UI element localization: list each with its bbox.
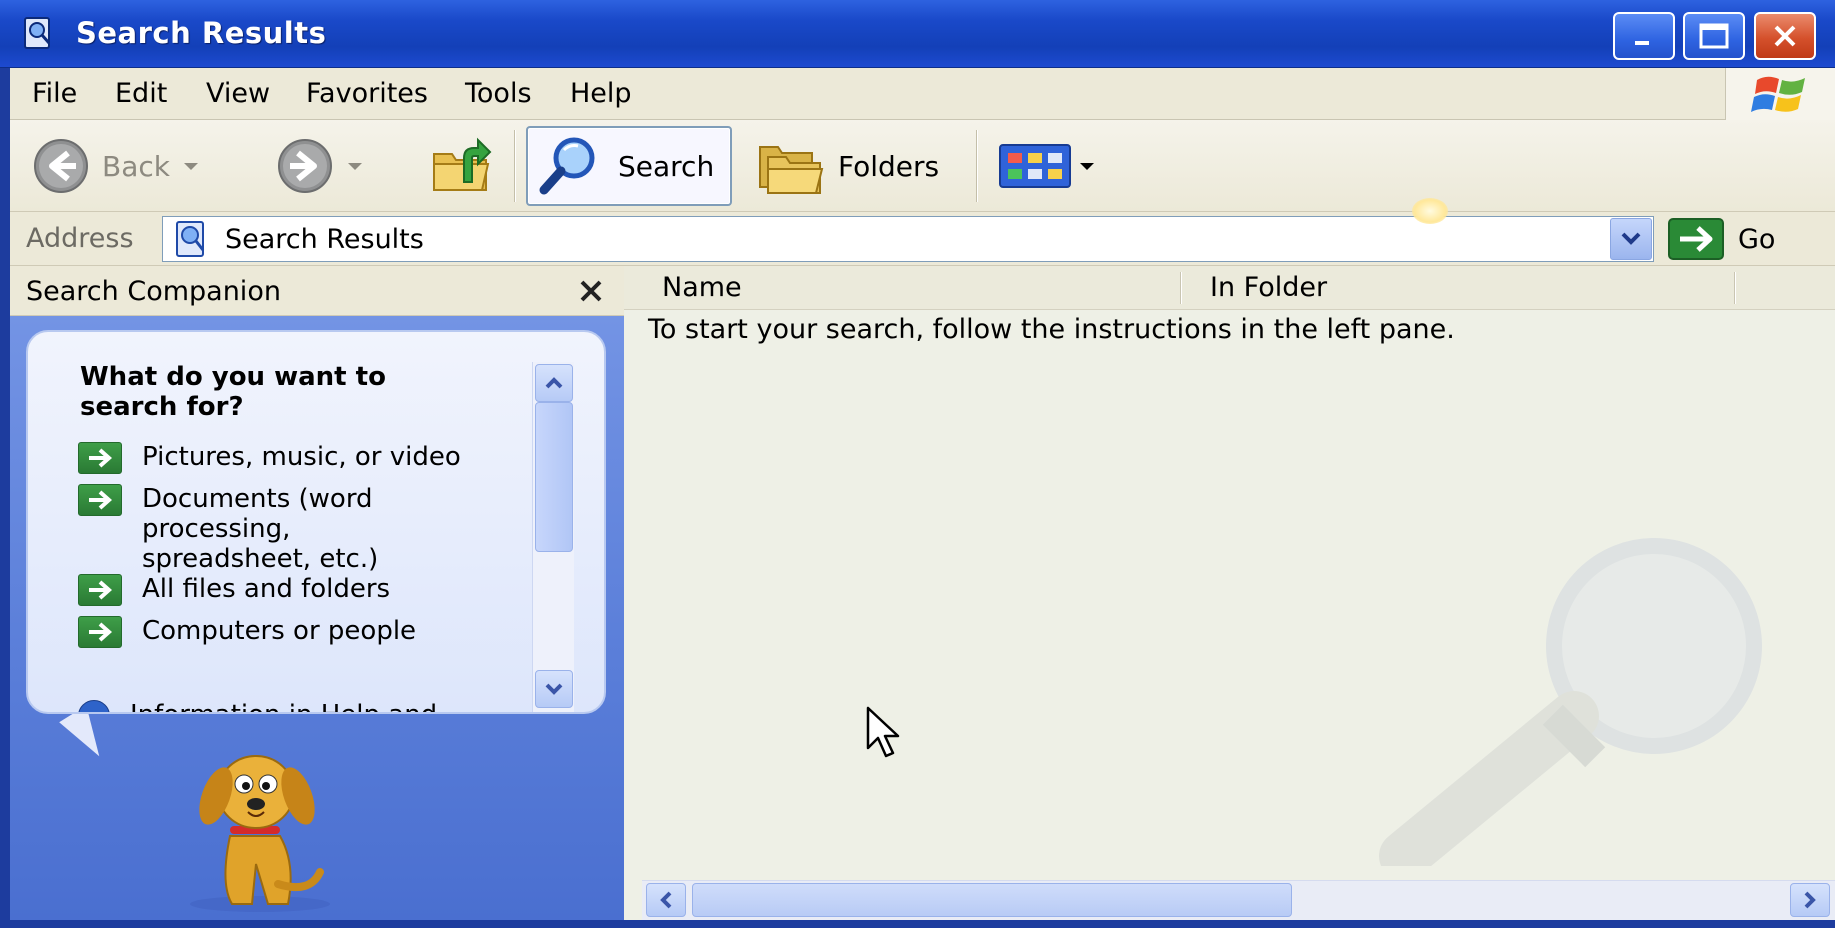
- forward-dropdown-arrow[interactable]: [348, 162, 362, 170]
- back-arrow-icon: [34, 139, 88, 193]
- search-companion-pane: Search Companion What do you want to sea…: [10, 266, 624, 920]
- views-dropdown-arrow[interactable]: [1080, 162, 1094, 170]
- green-arrow-icon: [78, 616, 122, 648]
- scroll-thumb[interactable]: [535, 402, 573, 552]
- search-options-bubble: What do you want to search for? Pictures…: [26, 330, 606, 714]
- go-arrow-icon: [1668, 218, 1724, 260]
- option-all-files-folders[interactable]: All files and folders: [78, 574, 498, 606]
- close-pane-button[interactable]: [574, 274, 608, 308]
- speech-bubble-tail: [59, 705, 113, 765]
- window-title: Search Results: [76, 16, 327, 50]
- address-label: Address: [26, 223, 134, 254]
- toolbar-separator: [976, 130, 978, 202]
- results-horizontal-scrollbar[interactable]: [642, 880, 1835, 920]
- title-bar: Search Results: [0, 0, 1835, 68]
- up-folder-button[interactable]: [430, 126, 494, 206]
- option-label: Pictures, music, or video: [142, 442, 461, 472]
- maximize-button[interactable]: [1683, 12, 1745, 60]
- magnifier-watermark-icon: [1379, 538, 1762, 866]
- minimize-icon: [1635, 41, 1649, 45]
- menu-favorites[interactable]: Favorites: [306, 78, 428, 109]
- folders-button[interactable]: Folders: [754, 126, 939, 206]
- close-icon: [580, 280, 602, 302]
- go-label: Go: [1738, 223, 1776, 255]
- magnifier-icon: [539, 137, 595, 195]
- column-separator[interactable]: [1734, 272, 1736, 304]
- option-label: Information in Help and: [130, 700, 437, 712]
- column-in-folder[interactable]: In Folder: [1210, 272, 1327, 303]
- address-dropdown-button[interactable]: [1610, 218, 1652, 260]
- folders-icon: [759, 146, 824, 194]
- search-hint-text: To start your search, follow the instruc…: [648, 314, 1455, 345]
- menu-edit[interactable]: Edit: [115, 78, 167, 109]
- option-label: All files and folders: [142, 574, 391, 604]
- search-label: Search: [618, 149, 715, 183]
- toolbar-separator: [514, 130, 516, 202]
- close-icon: [1774, 25, 1796, 47]
- up-folder-icon: [433, 137, 492, 191]
- close-window-button[interactable]: [1754, 12, 1816, 60]
- search-companion-header: Search Companion: [10, 266, 624, 316]
- chevron-left-icon: [660, 891, 672, 909]
- chevron-down-icon: [545, 683, 563, 695]
- option-label: Computers or people: [142, 616, 417, 646]
- chevron-right-icon: [1804, 891, 1816, 909]
- back-dropdown-arrow[interactable]: [183, 162, 198, 170]
- screen-glare: [1412, 198, 1448, 224]
- menu-tools[interactable]: Tools: [465, 78, 532, 109]
- search-results-icon: [24, 17, 51, 49]
- option-documents[interactable]: Documents (word processing, spreadsheet,…: [78, 484, 498, 574]
- scroll-up-button[interactable]: [535, 364, 573, 402]
- menu-file[interactable]: File: [32, 78, 77, 109]
- views-button[interactable]: [998, 126, 1094, 206]
- back-label: Back: [102, 149, 170, 183]
- green-arrow-icon: [78, 484, 122, 516]
- scroll-right-button[interactable]: [1790, 883, 1830, 917]
- maximize-icon: [1699, 23, 1729, 49]
- results-pane: Name In Folder To start your search, fol…: [624, 266, 1835, 920]
- chevron-up-icon: [545, 377, 563, 389]
- toolbar: Back Search Folders: [10, 120, 1835, 212]
- address-value: Search Results: [225, 223, 424, 255]
- green-arrow-icon: [78, 442, 122, 474]
- search-question: What do you want to search for?: [80, 362, 386, 422]
- results-column-header: Name In Folder: [624, 266, 1835, 310]
- search-companion-title: Search Companion: [26, 276, 281, 307]
- options-scrollbar[interactable]: [532, 362, 574, 712]
- column-separator[interactable]: [1180, 272, 1182, 304]
- green-arrow-icon: [78, 574, 122, 606]
- scroll-left-button[interactable]: [646, 883, 686, 917]
- chevron-down-icon: [1621, 232, 1641, 245]
- scroll-thumb[interactable]: [692, 883, 1292, 917]
- mouse-pointer-icon: [866, 706, 900, 758]
- scroll-down-button[interactable]: [535, 670, 573, 708]
- back-button[interactable]: Back: [32, 126, 198, 206]
- option-help-support[interactable]: Information in Help and: [78, 700, 498, 712]
- option-pictures-music-video[interactable]: Pictures, music, or video: [78, 442, 498, 474]
- help-icon: [78, 700, 110, 712]
- folders-label: Folders: [838, 149, 940, 183]
- forward-arrow-icon: [278, 139, 332, 193]
- menu-view[interactable]: View: [206, 78, 270, 109]
- views-icon: [999, 144, 1071, 188]
- search-results-icon: [176, 221, 205, 257]
- forward-button[interactable]: [276, 126, 362, 206]
- windows-flag-icon: [1750, 76, 1805, 112]
- option-computers-people[interactable]: Computers or people: [78, 616, 498, 648]
- search-dog-character: [190, 755, 330, 912]
- minimize-button[interactable]: [1613, 12, 1675, 60]
- windows-logo: [1725, 68, 1835, 120]
- menu-help[interactable]: Help: [570, 78, 632, 109]
- go-button[interactable]: Go: [1668, 216, 1775, 262]
- search-button[interactable]: Search: [526, 126, 733, 206]
- address-bar: Address Search Results Go: [10, 212, 1835, 266]
- menu-bar: File Edit View Favorites Tools Help: [10, 68, 1835, 120]
- option-label: Documents (word processing, spreadsheet,…: [142, 484, 379, 574]
- column-name[interactable]: Name: [662, 272, 742, 303]
